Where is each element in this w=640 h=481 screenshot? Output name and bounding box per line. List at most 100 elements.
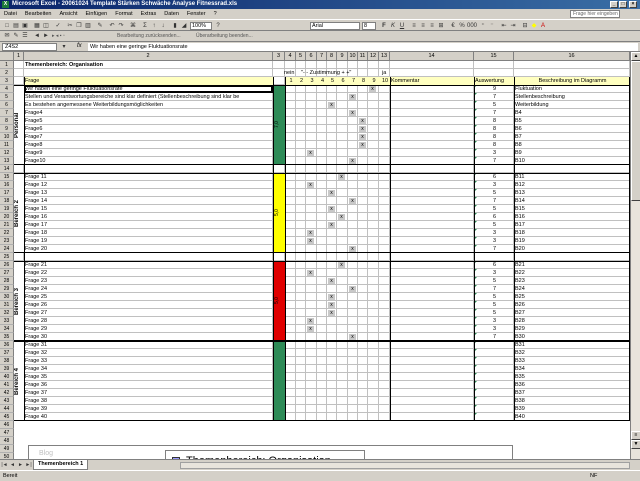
- answer-mark[interactable]: x: [338, 262, 345, 268]
- answer-mark[interactable]: x: [307, 318, 314, 324]
- question-cell[interactable]: Frage 29: [24, 325, 273, 333]
- row-header-49[interactable]: 49: [0, 445, 14, 453]
- column-header-14[interactable]: 14: [390, 52, 474, 61]
- question-cell[interactable]: Frage 26: [24, 301, 273, 309]
- minimize-button[interactable]: _: [610, 1, 618, 8]
- first-sheet-icon[interactable]: |◄: [1, 461, 8, 469]
- save-icon[interactable]: ▣: [21, 22, 29, 30]
- font-color-icon[interactable]: A: [539, 22, 547, 30]
- question-cell[interactable]: Frage 13: [24, 189, 273, 197]
- row-header-39[interactable]: 39: [0, 365, 14, 373]
- row-header-42[interactable]: 42: [0, 389, 14, 397]
- answer-mark[interactable]: x: [328, 222, 335, 228]
- row-header-12[interactable]: 12: [0, 149, 14, 157]
- question-cell[interactable]: Frage 27: [24, 309, 273, 317]
- answer-mark[interactable]: x: [328, 190, 335, 196]
- column-header-3[interactable]: 3: [273, 52, 285, 61]
- indent-icon[interactable]: ⇥: [509, 22, 517, 30]
- question-cell[interactable]: Es bestehen angemessene Weiterbildungsmö…: [24, 101, 273, 109]
- next-sheet-icon[interactable]: ►: [17, 461, 24, 469]
- row-header-9[interactable]: 9: [0, 125, 14, 133]
- horizontal-scrollbar[interactable]: [180, 462, 630, 469]
- spelling-icon[interactable]: ✓: [54, 22, 62, 30]
- menu-format[interactable]: Format: [111, 9, 136, 19]
- question-cell[interactable]: Frage 16: [24, 213, 273, 221]
- menu-daten[interactable]: Daten: [160, 9, 183, 19]
- new-icon[interactable]: □: [3, 22, 11, 30]
- ask-question-input[interactable]: Frage hier eingeben: [570, 10, 620, 18]
- question-cell[interactable]: Frage 32: [24, 349, 273, 357]
- column-header-9[interactable]: 9: [337, 52, 348, 61]
- row-header-36[interactable]: 36: [0, 341, 14, 349]
- column-header-7[interactable]: 7: [317, 52, 327, 61]
- question-cell[interactable]: Frage 22: [24, 269, 273, 277]
- question-cell[interactable]: Frage 28: [24, 317, 273, 325]
- answer-mark[interactable]: x: [328, 310, 335, 316]
- answer-mark[interactable]: x: [307, 150, 314, 156]
- thousands-icon[interactable]: 000: [467, 22, 477, 30]
- answer-mark[interactable]: x: [328, 206, 335, 212]
- menu-help[interactable]: ?: [210, 9, 221, 19]
- question-cell[interactable]: Frage 15: [24, 205, 273, 213]
- font-size-select[interactable]: 8: [362, 22, 376, 30]
- row-header-47[interactable]: 47: [0, 429, 14, 437]
- question-cell[interactable]: Frage4: [24, 109, 273, 117]
- question-cell[interactable]: Frage 25: [24, 293, 273, 301]
- column-header-1[interactable]: 1: [14, 52, 24, 61]
- row-header-38[interactable]: 38: [0, 357, 14, 365]
- autosum-icon[interactable]: Σ: [141, 22, 149, 30]
- chart-object[interactable]: BlogThemenbereich: OrganisationBereich 4…: [28, 445, 513, 459]
- row-header-43[interactable]: 43: [0, 397, 14, 405]
- chart-legend[interactable]: Themenbereich: Organisation: [165, 450, 365, 459]
- column-header-12[interactable]: 12: [368, 52, 379, 61]
- question-cell[interactable]: Frage 12: [24, 181, 273, 189]
- answer-mark[interactable]: x: [359, 134, 366, 140]
- question-cell[interactable]: Frage 34: [24, 365, 273, 373]
- answer-mark[interactable]: x: [359, 142, 366, 148]
- row-header-48[interactable]: 48: [0, 437, 14, 445]
- row-header-22[interactable]: 22: [0, 229, 14, 237]
- row-header-6[interactable]: 6: [0, 101, 14, 109]
- close-button[interactable]: ×: [629, 1, 637, 8]
- row-header-14[interactable]: 14: [0, 165, 14, 173]
- question-cell[interactable]: Frage 38: [24, 397, 273, 405]
- answer-mark[interactable]: x: [328, 278, 335, 284]
- column-header-4[interactable]: 4: [285, 52, 296, 61]
- column-header-10[interactable]: 10: [348, 52, 358, 61]
- answer-mark[interactable]: x: [307, 270, 314, 276]
- preview-icon[interactable]: ◫: [42, 22, 50, 30]
- format-painter-icon[interactable]: ✎: [96, 22, 104, 30]
- row-header-24[interactable]: 24: [0, 245, 14, 253]
- split-icon[interactable]: ≡: [631, 431, 640, 440]
- drawing-icon[interactable]: ◢: [180, 22, 188, 30]
- row-header-15[interactable]: 15: [0, 173, 14, 181]
- column-header-6[interactable]: 6: [306, 52, 317, 61]
- open-icon[interactable]: ▤: [12, 22, 20, 30]
- question-cell[interactable]: Frage 24: [24, 285, 273, 293]
- menu-ansicht[interactable]: Ansicht: [55, 9, 81, 19]
- row-header-19[interactable]: 19: [0, 205, 14, 213]
- row-header-25[interactable]: 25: [0, 253, 14, 261]
- hyperlink-icon[interactable]: ⌘: [129, 22, 137, 30]
- row-header-8[interactable]: 8: [0, 117, 14, 125]
- column-header-5[interactable]: 5: [296, 52, 306, 61]
- row-header-44[interactable]: 44: [0, 405, 14, 413]
- print-icon[interactable]: ▦: [33, 22, 41, 30]
- row-header-20[interactable]: 20: [0, 213, 14, 221]
- currency-icon[interactable]: €: [449, 22, 457, 30]
- redo-icon[interactable]: ↷: [117, 22, 125, 30]
- row-header-31[interactable]: 31: [0, 301, 14, 309]
- answer-mark[interactable]: x: [307, 182, 314, 188]
- answer-mark[interactable]: x: [307, 326, 314, 332]
- spreadsheet-grid[interactable]: 1 2 3 4 5 6 7 8 9 10 11 12 13 14 15 16 1 2 3 4 5 6 7 8 9 10 11 12 13…: [0, 52, 630, 459]
- row-header-46[interactable]: 46: [0, 421, 14, 429]
- align-left-icon[interactable]: ≡: [410, 22, 418, 30]
- question-cell[interactable]: Frage 11: [24, 173, 273, 181]
- italic-icon[interactable]: K: [389, 22, 397, 30]
- column-header-8[interactable]: 8: [327, 52, 337, 61]
- row-header-17[interactable]: 17: [0, 189, 14, 197]
- answer-mark[interactable]: x: [307, 238, 314, 244]
- underline-icon[interactable]: U: [398, 22, 406, 30]
- question-cell[interactable]: Frage 31: [24, 341, 273, 349]
- row-header-41[interactable]: 41: [0, 381, 14, 389]
